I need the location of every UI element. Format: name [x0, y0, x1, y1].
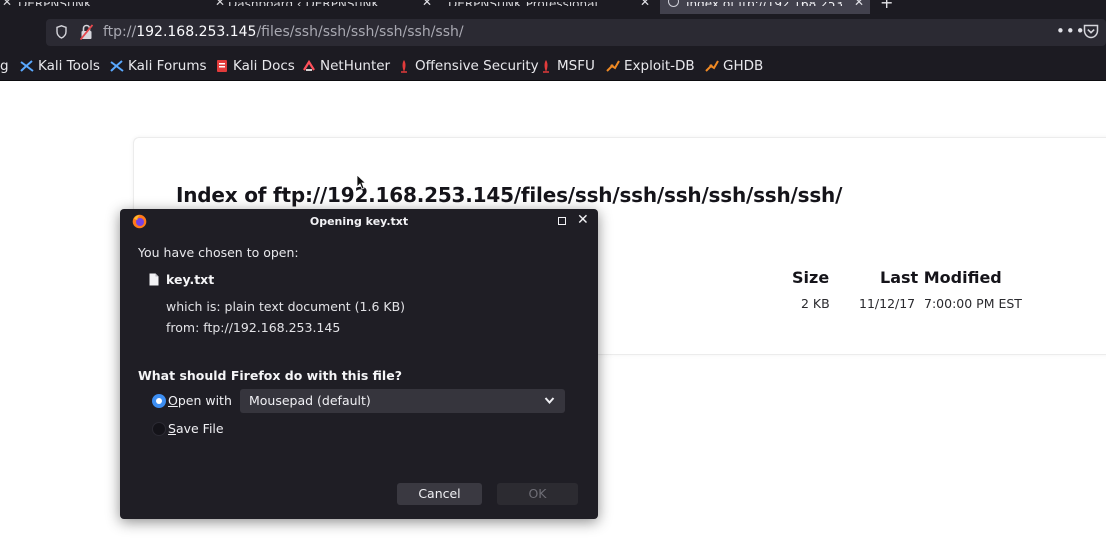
bookmark-kali-tools[interactable]: Kali Tools — [20, 57, 100, 75]
kali-icon — [110, 60, 124, 72]
exploit-db-icon — [705, 60, 719, 72]
bookmark-label: Exploit-DB — [624, 58, 695, 74]
tab-close-icon[interactable]: ✕ — [215, 0, 227, 12]
mouse-cursor-icon — [356, 174, 366, 190]
ok-button[interactable]: OK — [497, 483, 578, 505]
url-host: 192.168.253.145 — [136, 24, 257, 40]
page-heading: Index of ftp://192.168.253.145/files/ssh… — [176, 183, 843, 207]
bookmark-label: MSFU — [557, 58, 595, 74]
url-scheme: ftp:// — [103, 24, 137, 40]
tab-close-icon[interactable]: ✕ — [422, 0, 432, 8]
bookmark-partial[interactable]: g — [0, 57, 9, 75]
opening-file-dialog: Opening key.txt ✕ You have chosen to ope… — [120, 209, 598, 519]
tab-derpnstink[interactable]: DERPNStiNK — [18, 0, 218, 14]
pocket-icon[interactable] — [1083, 24, 1099, 39]
offsec-icon — [543, 60, 549, 73]
bookmark-label: Kali Tools — [38, 58, 100, 74]
bookmark-label: NetHunter — [320, 58, 391, 74]
file-time: 7:00:00 PM EST — [924, 296, 1022, 311]
action-question: What should Firefox do with this file? — [138, 368, 402, 383]
file-type-info: which is: plain text document (1.6 KB) — [166, 299, 406, 314]
bookmark-msfu[interactable]: MSFU — [539, 57, 595, 75]
dialog-title: Opening key.txt — [309, 215, 409, 228]
tab-index-of-ftp-active[interactable]: Index of ftp://192.168.253 ✕ — [660, 0, 870, 14]
insecure-lock-icon[interactable] — [80, 24, 93, 40]
bookmark-offensive-security[interactable]: Offensive Security — [397, 57, 539, 75]
tab-label: DERPNStiNK Professional — [448, 2, 598, 6]
url-text[interactable]: ftp://192.168.253.145/files/ssh/ssh/ssh/… — [103, 24, 464, 41]
file-size: 2 KB — [801, 296, 830, 311]
url-path: /files/ssh/ssh/ssh/ssh/ssh/ssh/ — [256, 24, 464, 40]
save-file-radio[interactable] — [152, 422, 166, 436]
file-icon — [149, 273, 159, 286]
offsec-icon — [401, 60, 407, 73]
tab-close-icon[interactable]: ✕ — [640, 0, 650, 8]
open-with-accel: O — [168, 393, 178, 408]
bookmark-label: GHDB — [723, 58, 764, 74]
bookmark-label: Kali Docs — [233, 58, 295, 74]
bookmarks-toolbar: g Kali Tools Kali Forums Kali Docs NetHu… — [0, 52, 1106, 81]
bookmark-kali-docs[interactable]: Kali Docs — [215, 57, 295, 75]
tab-close-icon[interactable]: ✕ — [2, 0, 14, 12]
exploit-db-icon — [606, 60, 620, 72]
bookmark-exploit-db[interactable]: Exploit-DB — [606, 57, 695, 75]
dialog-titlebar[interactable]: Opening key.txt ✕ — [120, 209, 598, 235]
application-select[interactable]: Mousepad (default) — [240, 389, 565, 413]
bookmark-label: g — [0, 58, 9, 74]
kali-icon — [20, 60, 34, 72]
bookmark-label: Offensive Security — [415, 58, 539, 74]
tab-label: Dashboard ‹ DERPNStiNK — [228, 2, 379, 6]
tab-derpnstink-professional[interactable]: DERPNStiNK Professional ✕ — [448, 0, 656, 14]
kali-docs-icon — [217, 60, 227, 72]
bookmark-nethunter[interactable]: NetHunter — [302, 57, 390, 75]
tab-dashboard[interactable]: Dashboard ‹ DERPNStiNK ✕ — [228, 0, 438, 14]
new-tab-button[interactable]: + — [880, 0, 893, 11]
shield-icon[interactable] — [56, 25, 67, 39]
navigation-bar: ftp://192.168.253.145/files/ssh/ssh/ssh/… — [0, 14, 1106, 52]
chevron-down-icon — [544, 397, 555, 405]
address-bar[interactable]: ftp://192.168.253.145/files/ssh/ssh/ssh/… — [46, 19, 1106, 46]
close-icon[interactable]: ✕ — [577, 212, 589, 228]
file-name: key.txt — [166, 272, 215, 287]
bookmark-label: Kali Forums — [128, 58, 207, 74]
save-file-label[interactable]: Save File — [168, 421, 224, 436]
save-file-text: ave File — [175, 421, 224, 436]
open-with-radio[interactable] — [152, 394, 166, 408]
bookmark-ghdb[interactable]: GHDB — [705, 57, 763, 75]
column-header-size[interactable]: Size — [792, 268, 829, 287]
column-header-last-modified[interactable]: Last Modified — [880, 268, 1002, 287]
tab-close-icon[interactable]: ✕ — [854, 0, 864, 8]
application-select-value: Mousepad (default) — [249, 393, 371, 408]
page-actions-menu-icon[interactable]: ••• — [1056, 22, 1086, 40]
chosen-to-open-label: You have chosen to open: — [138, 245, 299, 260]
tab-label: Index of ftp://192.168.253 — [660, 2, 843, 6]
bookmark-kali-forums[interactable]: Kali Forums — [110, 57, 207, 75]
nethunter-icon — [303, 59, 315, 71]
file-date: 11/12/17 — [859, 296, 916, 311]
cancel-button[interactable]: Cancel — [397, 483, 482, 505]
file-source-info: from: ftp://192.168.253.145 — [166, 320, 341, 335]
maximize-icon[interactable] — [558, 217, 566, 225]
save-file-accel: S — [168, 421, 176, 436]
tab-strip: ✕ DERPNStiNK ✕ Dashboard ‹ DERPNStiNK ✕ … — [0, 0, 1106, 14]
open-with-text: pen with — [177, 393, 232, 408]
tab-label: DERPNStiNK — [18, 2, 92, 6]
open-with-label[interactable]: Open with — [168, 393, 232, 408]
